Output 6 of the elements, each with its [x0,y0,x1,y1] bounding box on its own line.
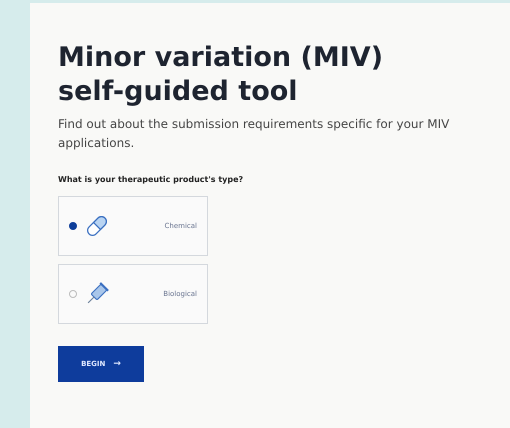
page-title: Minor variation (MIV) self-guided tool [58,41,384,109]
radio-button[interactable] [69,290,77,298]
arrow-icon: → [113,359,121,369]
radio-button[interactable] [69,222,77,230]
description-text: Find out about the submission requirements specific for your MIV applications. [58,116,450,152]
question-label: What is your therapeutic product's type? [58,175,244,184]
